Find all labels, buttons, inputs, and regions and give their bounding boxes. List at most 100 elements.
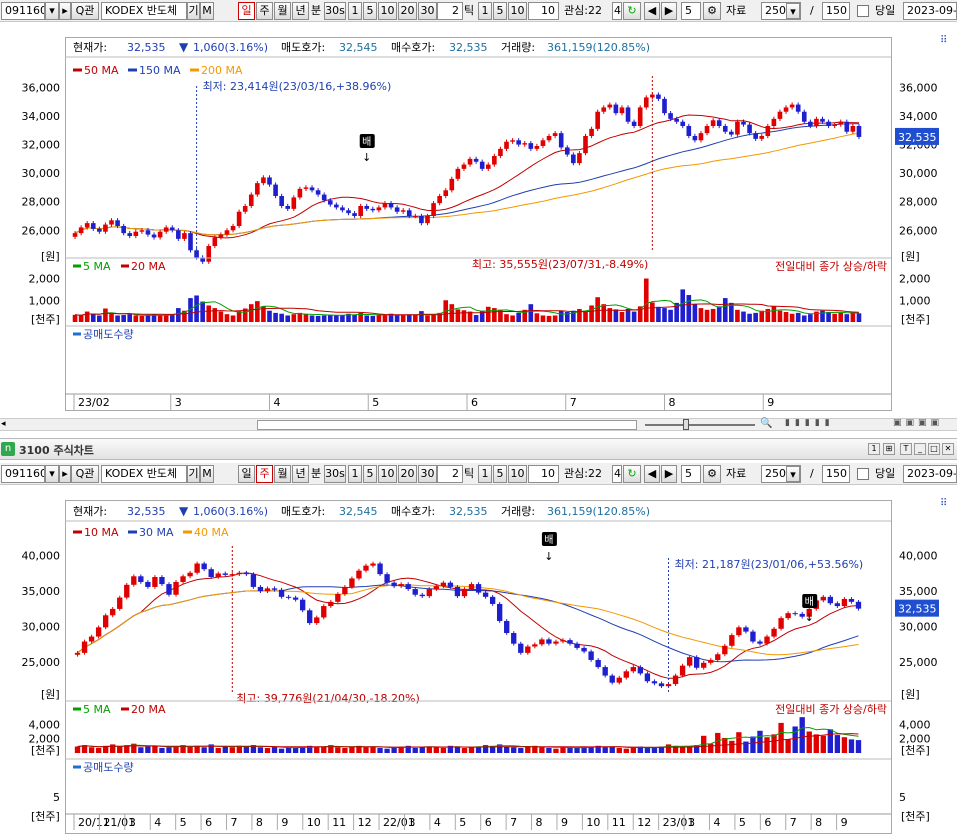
date-input[interactable]: 2023-09-1 xyxy=(903,2,957,20)
tick-count-input[interactable]: 2 xyxy=(437,2,463,20)
scroll-track[interactable] xyxy=(257,420,637,430)
search-button[interactable]: Q관 xyxy=(71,2,99,20)
code-dropdown-button[interactable]: ▾ xyxy=(45,465,59,483)
tick-1-button[interactable]: 1 xyxy=(478,2,492,20)
data-count-dropdown[interactable]: ▾ xyxy=(786,3,800,19)
tick-10-button[interactable]: 10 xyxy=(508,465,527,483)
period-week-tab[interactable]: 주 xyxy=(256,2,273,20)
stock-code-input[interactable]: 091160 xyxy=(1,2,45,20)
minute-5-button[interactable]: 5 xyxy=(363,465,377,483)
period-day-tab[interactable]: 일 xyxy=(238,2,255,20)
window-link-button[interactable]: ⊞ xyxy=(883,443,895,455)
tick-10-button[interactable]: 10 xyxy=(508,2,527,20)
candle-body xyxy=(736,627,742,636)
window-maximize-button[interactable]: □ xyxy=(928,443,940,455)
search-button[interactable]: Q관 xyxy=(71,465,99,483)
step-input[interactable]: 5 xyxy=(681,465,701,483)
candle-body xyxy=(206,246,212,262)
next-button[interactable]: ▶ xyxy=(661,465,677,483)
today-checkbox[interactable] xyxy=(857,5,869,17)
minute-1-button[interactable]: 1 xyxy=(348,465,362,483)
candle-body xyxy=(173,581,179,595)
minute-20-button[interactable]: 20 xyxy=(398,465,417,483)
low-annotation: 최저: 23,414원(23/03/16,+38.96%) xyxy=(203,80,392,93)
tick-1-button[interactable]: 1 xyxy=(478,465,492,483)
tick-5-button[interactable]: 5 xyxy=(493,2,507,20)
today-checkbox[interactable] xyxy=(857,468,869,480)
candle-body xyxy=(595,111,600,129)
period-month-tab[interactable]: 월 xyxy=(274,2,291,20)
data-count-dropdown[interactable]: ▾ xyxy=(786,466,800,482)
next-button[interactable]: ▶ xyxy=(661,2,677,20)
m-button[interactable]: M xyxy=(200,2,214,20)
refresh-button[interactable]: ↻ xyxy=(623,465,641,483)
candle-body xyxy=(795,104,801,112)
tick-count-input[interactable]: 2 xyxy=(437,465,463,483)
minute-1-button[interactable]: 1 xyxy=(348,2,362,20)
period-week-tab[interactable]: 주 xyxy=(256,465,273,483)
ma-line-10-MA xyxy=(77,572,859,679)
scroll-left-icon[interactable]: ◂ xyxy=(1,419,6,429)
settings-button[interactable]: ⚙ xyxy=(703,465,721,483)
period-year-tab[interactable]: 년 xyxy=(292,2,309,20)
chart-scrollbar[interactable]: ◂ 🔍 ▮▮▮▮▮ ▣▣▣▣ xyxy=(0,418,957,431)
stock-name-field[interactable]: KODEX 반도체 xyxy=(101,465,187,483)
minute-select[interactable]: 30s xyxy=(324,465,346,483)
zoom-slider-track[interactable] xyxy=(645,424,755,426)
volume-bar xyxy=(525,746,531,753)
minute-10-button[interactable]: 10 xyxy=(378,2,397,20)
minute-10-button[interactable]: 10 xyxy=(378,465,397,483)
next-arrow-button[interactable]: ▸ xyxy=(59,2,71,20)
minute-30-button[interactable]: 30 xyxy=(418,465,437,483)
window-close-button[interactable]: ✕ xyxy=(942,443,954,455)
minute-5-button[interactable]: 5 xyxy=(363,2,377,20)
x-tick-label: 9 xyxy=(281,816,288,829)
minute-select[interactable]: 30s xyxy=(324,2,346,20)
today-label: 당일 xyxy=(875,467,896,480)
short-tick-right: 5 xyxy=(899,791,906,804)
total-input[interactable]: 150 xyxy=(822,465,850,483)
candle-body xyxy=(838,121,844,125)
period-year-tab[interactable]: 년 xyxy=(292,465,309,483)
x-tick-label: 23/02 xyxy=(78,396,110,409)
candle-body xyxy=(443,190,449,196)
date-input[interactable]: 2023-09-1 xyxy=(903,465,957,483)
tick-input[interactable]: 10 xyxy=(528,2,559,20)
tick-5-button[interactable]: 5 xyxy=(493,465,507,483)
window-icons[interactable]: ▣▣▣▣ xyxy=(893,418,943,428)
tool-icons[interactable]: ▮▮▮▮▮ xyxy=(785,418,835,428)
ma-line-200-MA xyxy=(74,132,860,236)
window-minimize-button[interactable]: _ xyxy=(914,443,926,455)
m-button[interactable]: M xyxy=(200,465,214,483)
volume-bar xyxy=(88,747,95,753)
stock-code-input[interactable]: 091160 xyxy=(1,465,45,483)
candle-body xyxy=(665,684,672,687)
prev-button[interactable]: ◀ xyxy=(644,2,660,20)
gi-button[interactable]: 기 xyxy=(187,465,200,483)
interest-number[interactable]: 4 xyxy=(612,465,622,483)
next-arrow-button[interactable]: ▸ xyxy=(59,465,71,483)
settings-button[interactable]: ⚙ xyxy=(703,2,721,20)
vol-tick-left: 4,000 xyxy=(29,718,61,731)
total-input[interactable]: 150 xyxy=(822,2,850,20)
refresh-button[interactable]: ↻ xyxy=(623,2,641,20)
zoom-icon[interactable]: 🔍 xyxy=(760,418,772,429)
interest-number[interactable]: 4 xyxy=(612,2,622,20)
period-day-tab[interactable]: 일 xyxy=(238,465,255,483)
minute-30-button[interactable]: 30 xyxy=(418,2,437,20)
minute-20-button[interactable]: 20 xyxy=(398,2,417,20)
prev-button[interactable]: ◀ xyxy=(644,465,660,483)
window-count-button[interactable]: 1 xyxy=(868,443,880,455)
code-dropdown-button[interactable]: ▾ xyxy=(45,2,59,20)
candle-body xyxy=(607,104,613,108)
stock-name-field[interactable]: KODEX 반도체 xyxy=(101,2,187,20)
candle-body xyxy=(243,572,250,575)
zoom-slider-thumb[interactable] xyxy=(683,419,689,430)
volume-bar xyxy=(826,312,831,322)
gi-button[interactable]: 기 xyxy=(187,2,200,20)
window-pin-button[interactable]: T xyxy=(900,443,912,455)
tick-input[interactable]: 10 xyxy=(528,465,559,483)
step-input[interactable]: 5 xyxy=(681,2,701,20)
candle-body xyxy=(335,594,341,602)
period-month-tab[interactable]: 월 xyxy=(274,465,291,483)
